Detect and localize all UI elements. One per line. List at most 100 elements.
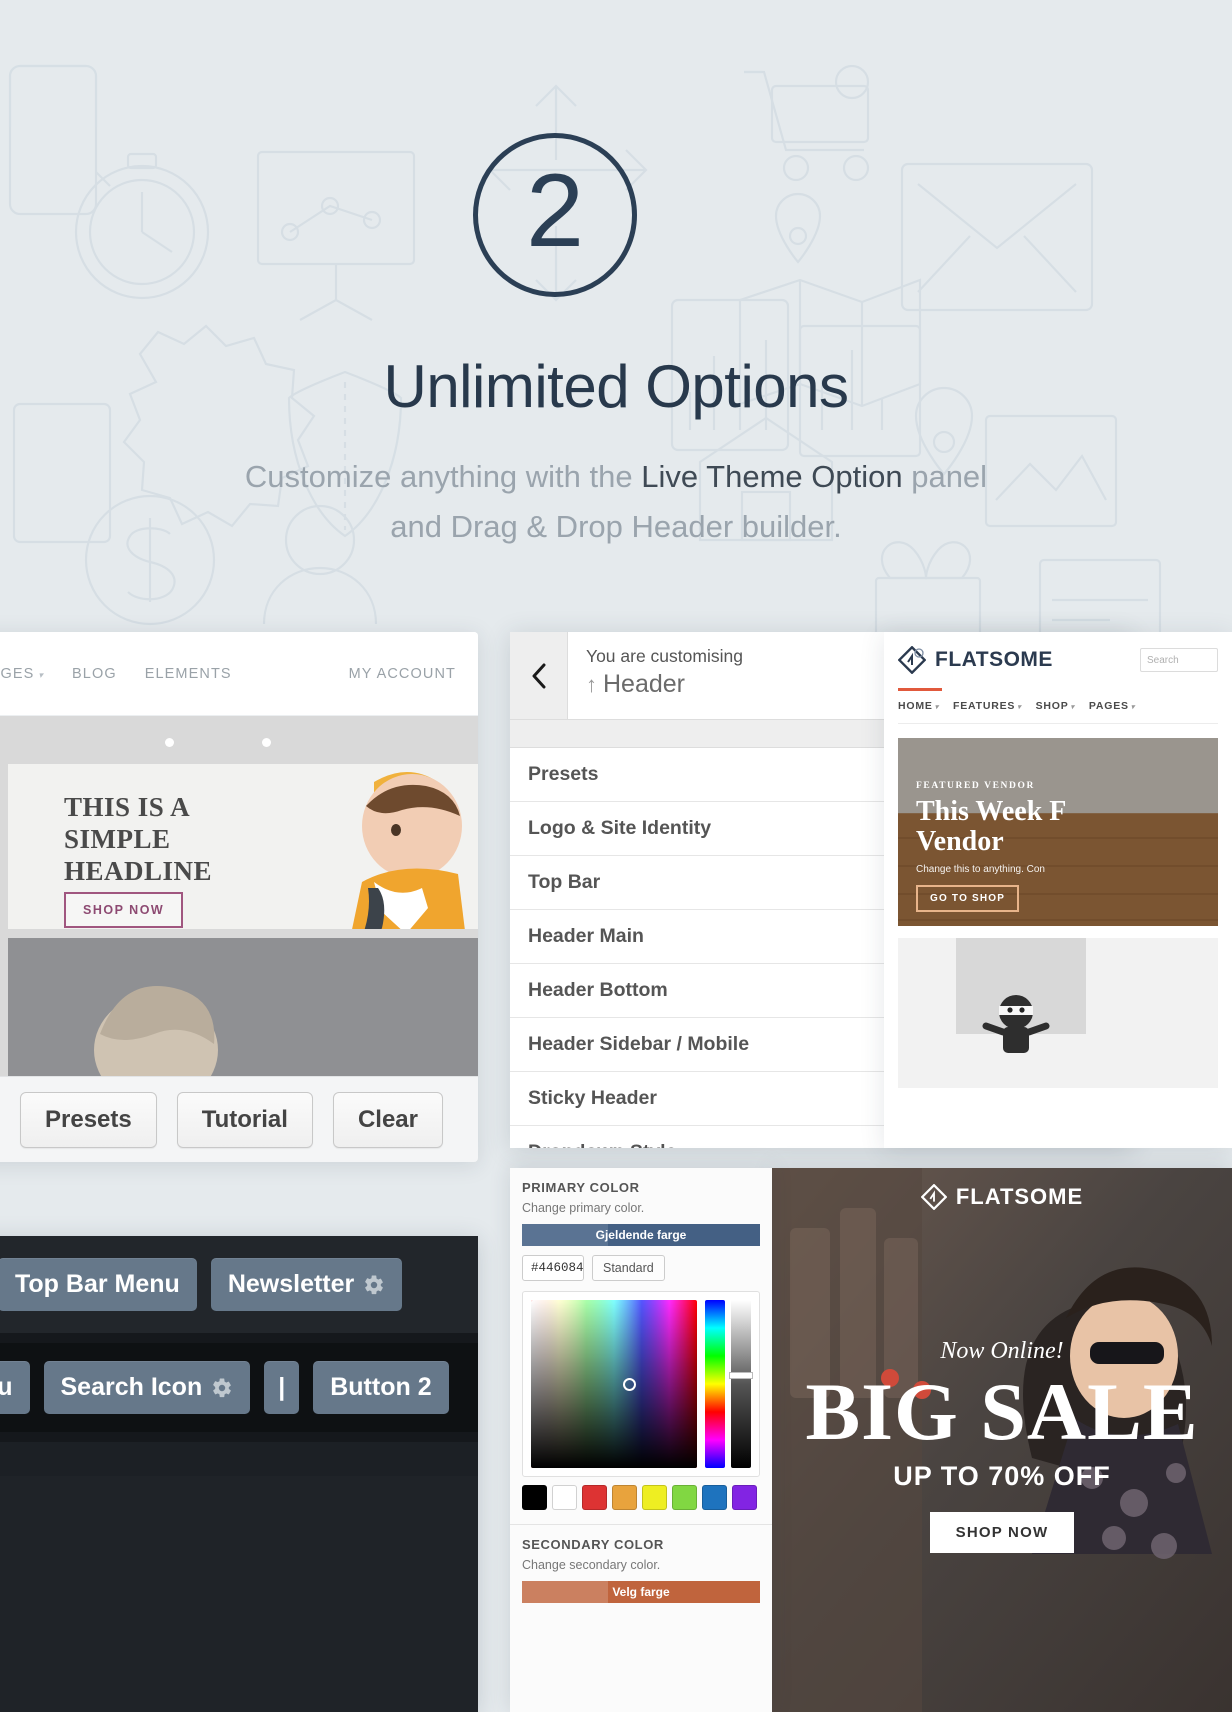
step-number-badge: 2 <box>473 133 637 297</box>
presets-button[interactable]: Presets <box>20 1091 157 1148</box>
fp-nav-features[interactable]: FEATURES ▾ <box>953 700 1022 712</box>
color-sliders <box>705 1300 753 1468</box>
builder-block-top-bar-menu[interactable]: Top Bar Menu <box>0 1258 197 1311</box>
builder-block-newsletter[interactable]: Newsletter <box>210 1258 403 1311</box>
big-sale-brand-row: FLATSOME <box>772 1168 1232 1215</box>
saturation-value-area[interactable] <box>531 1300 697 1468</box>
preview-nav-links: PAGES▾ BLOG ELEMENTS <box>0 666 232 682</box>
builder-row-top-bar: Top Bar Menu Newsletter <box>0 1236 478 1333</box>
preview-banner-right: THIS IS A SIMPLE HEADLINE SHOP NOW <box>8 764 478 929</box>
banner-content: FEATURED VENDOR This Week F Vendor Change… <box>916 781 1066 912</box>
big-sale-brand: FLATSOME <box>955 1184 1084 1209</box>
swatch-yellow[interactable] <box>642 1485 667 1510</box>
preview-hero-row: IS APLEDLINE NOW THIS IS ASIMPLEHEADLINE… <box>0 764 478 929</box>
chevron-left-icon <box>532 663 545 688</box>
flatsome-nav-wrap: HOME ▾ FEATURES ▾ SHOP ▾ PAGES ▾ <box>884 688 1232 724</box>
primary-color-controls: #446084 Standard <box>522 1255 760 1281</box>
flatsome-site-preview: FLATSOME Search HOME ▾ FEATURES ▾ SHOP ▾ PA… <box>884 632 1232 1148</box>
primary-color-bar-label: Gjeldende farge <box>595 1228 687 1242</box>
primary-color-heading: PRIMARY COLOR <box>522 1180 640 1195</box>
page-subtitle: Customize anything with the Live Theme O… <box>0 452 1232 552</box>
gear-icon <box>365 1274 384 1294</box>
slider-handle[interactable] <box>729 1372 753 1379</box>
search-placeholder: Search <box>1147 654 1179 666</box>
nav-item-blog[interactable]: BLOG <box>72 666 117 682</box>
builder-row-bottom <box>0 1442 478 1476</box>
item-label: Header Bottom <box>528 979 668 1001</box>
nav-item-pages[interactable]: PAGES▾ <box>0 666 44 682</box>
color-options-panel: PRIMARY COLOR Change primary color. Gjel… <box>510 1168 772 1712</box>
secondary-color-bar-label: Velg farge <box>612 1585 670 1599</box>
flatsome-brand-text: FLATSOME <box>935 648 1053 671</box>
chevron-down-icon: ▾ <box>38 669 45 680</box>
chevron-down-icon: ▾ <box>934 704 940 711</box>
primary-color-bar[interactable]: Gjeldende farge <box>522 1224 760 1246</box>
panel-divider <box>510 1524 772 1525</box>
tutorial-button[interactable]: Tutorial <box>176 1091 313 1148</box>
flatsome-logo[interactable]: FLATSOME <box>897 645 1053 675</box>
subtitle-part-1: Customize anything with the <box>244 459 642 494</box>
big-sale-kicker: Now Online! <box>940 1338 1064 1364</box>
subtitle-part-2: panel <box>902 459 988 494</box>
builder-block-label: n Menu <box>0 1373 13 1401</box>
chevron-down-icon: ▾ <box>1070 704 1075 711</box>
secondary-color-bar[interactable]: Velg farge <box>522 1581 760 1603</box>
banner-kicker: FEATURED VENDOR <box>916 781 1035 792</box>
builder-block-search-icon[interactable]: Search Icon <box>43 1361 251 1414</box>
builder-block-label: Button 2 <box>330 1373 432 1401</box>
item-label: Dropdown Style <box>528 1141 676 1148</box>
subtitle-highlight: Live Theme Option <box>641 459 903 494</box>
preview-nav: PAGES▾ BLOG ELEMENTS MY ACCOUNT <box>0 632 478 716</box>
chevron-down-icon: ▾ <box>1130 704 1136 711</box>
slider-dots[interactable] <box>0 738 478 747</box>
swatch-blue[interactable] <box>702 1485 727 1510</box>
preview-tile-2 <box>8 938 478 1078</box>
big-sale-banner: FLATSOME Now Online! BIG SALE UP TO 70% … <box>772 1168 1232 1712</box>
banner-cta[interactable]: SHOP NOW <box>64 892 184 928</box>
hue-slider[interactable] <box>705 1300 725 1468</box>
fp-nav-pages[interactable]: PAGES ▾ <box>1089 700 1135 712</box>
arrow-up-icon: ↑ <box>586 671 597 697</box>
nav-item-my-account[interactable]: MY ACCOUNT <box>349 666 456 682</box>
fp-nav-shop[interactable]: SHOP ▾ <box>1036 700 1075 712</box>
theme-preview-window: PAGES▾ BLOG ELEMENTS MY ACCOUNT IS APLED… <box>0 632 478 1162</box>
customizer-title: Header <box>603 670 685 698</box>
builder-block-label: Top Bar Menu <box>15 1270 180 1298</box>
back-button[interactable] <box>510 632 568 719</box>
flatsome-secondary-card <box>898 938 1218 1088</box>
step-number: 2 <box>526 153 584 269</box>
builder-row-main: n Menu Search Icon | Button 2 <box>0 1343 478 1432</box>
primary-default-button[interactable]: Standard <box>592 1255 665 1281</box>
preview-tiles-row <box>0 938 478 1078</box>
clear-button[interactable]: Clear <box>332 1091 443 1148</box>
primary-hex-input[interactable]: #446084 <box>522 1255 584 1281</box>
swatch-red[interactable] <box>582 1485 607 1510</box>
flatsome-logo-icon <box>920 1184 947 1210</box>
banner-cta-button[interactable]: GO TO SHOP <box>916 885 1020 912</box>
search-input[interactable]: Search <box>1140 648 1218 672</box>
swatch-orange[interactable] <box>612 1485 637 1510</box>
big-sale-cta-button[interactable]: SHOP NOW <box>929 1512 1075 1554</box>
builder-block-button-2[interactable]: Button 2 <box>313 1361 449 1414</box>
swatch-black[interactable] <box>522 1485 547 1510</box>
color-picker-widget <box>522 1291 760 1477</box>
fp-nav-home[interactable]: HOME ▾ <box>898 700 939 712</box>
featured-vendor-banner: FEATURED VENDOR This Week F Vendor Change… <box>898 738 1218 926</box>
brightness-slider[interactable] <box>729 1300 753 1468</box>
banner-subtitle: Change this to anything. Con <box>916 864 1045 875</box>
swatch-purple[interactable] <box>732 1485 757 1510</box>
screenshot-root: 2 Unlimited Options Customize anything w… <box>0 0 1232 1712</box>
color-swatches <box>522 1485 760 1510</box>
page-title: Unlimited Options <box>383 353 849 420</box>
preview-body: IS APLEDLINE NOW THIS IS ASIMPLEHEADLINE… <box>0 716 478 1162</box>
builder-block-divider[interactable]: | <box>264 1361 300 1414</box>
primary-color-description: Change primary color. <box>522 1201 645 1215</box>
swatch-white[interactable] <box>552 1485 577 1510</box>
picker-cursor[interactable] <box>623 1378 636 1391</box>
builder-block-main-menu[interactable]: n Menu <box>0 1361 30 1414</box>
builder-separator-2 <box>0 1432 478 1442</box>
banner-headline: THIS IS A SIMPLE HEADLINE <box>64 792 213 886</box>
nav-item-elements[interactable]: ELEMENTS <box>145 666 232 682</box>
swatch-green[interactable] <box>672 1485 697 1510</box>
gear-icon <box>213 1377 232 1397</box>
